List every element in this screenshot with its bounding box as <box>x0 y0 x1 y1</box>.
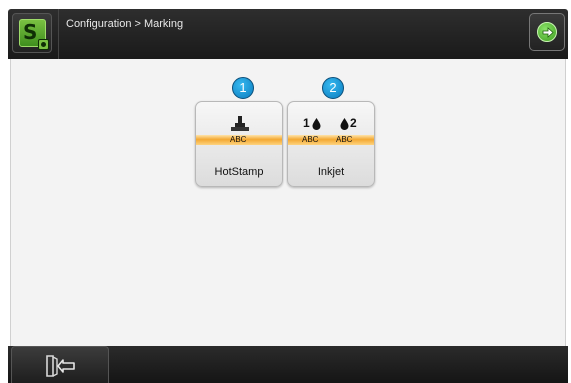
arrow-right-circle-icon <box>537 22 557 42</box>
exit-button[interactable] <box>11 346 109 383</box>
inkjet-head-number: 1 <box>303 116 310 130</box>
s-logo-icon: S <box>19 19 49 50</box>
ink-drop-icon <box>340 118 349 130</box>
header-bar: S Configuration > Marking <box>8 9 568 59</box>
ink-drop-icon <box>312 118 321 130</box>
hotstamp-tile-button[interactable]: ABC HotStamp <box>195 101 283 187</box>
footer-bar <box>8 346 568 383</box>
inkjet-tile-button[interactable]: 1 2 ABC ABC Inkjet <box>287 101 375 187</box>
exit-door-icon <box>46 355 75 377</box>
tile-highlight-stripe <box>288 135 374 145</box>
inkjet-sample-text: ABC <box>336 135 353 144</box>
header-divider <box>58 9 59 59</box>
tile-number-badge: 1 <box>232 77 254 99</box>
home-logo-button[interactable]: S <box>12 13 52 53</box>
tile-number-badge: 2 <box>322 77 344 99</box>
app-frame: S Configuration > Marking 1 2 ABC HotSta… <box>0 0 571 383</box>
tile-label: HotStamp <box>214 166 264 178</box>
breadcrumb: Configuration > Marking <box>66 18 184 30</box>
stamp-icon <box>231 116 249 131</box>
inkjet-sample-text: ABC <box>302 135 319 144</box>
main-panel <box>10 59 566 346</box>
stamp-sample-text: ABC <box>230 135 247 144</box>
tile-label: Inkjet <box>317 166 345 178</box>
inkjet-head-number: 2 <box>350 116 357 130</box>
next-button[interactable] <box>529 13 565 51</box>
